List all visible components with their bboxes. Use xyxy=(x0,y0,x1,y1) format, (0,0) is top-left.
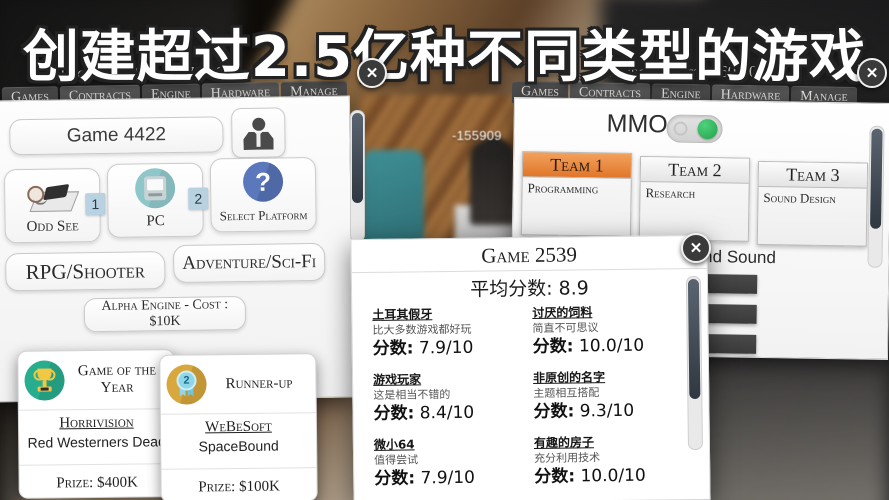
medal-icon: 2 xyxy=(166,364,207,405)
team-card-1[interactable]: Team 1 Programming xyxy=(520,151,633,237)
topic-button[interactable]: Adventure/Sci-Fi xyxy=(172,242,326,283)
background-sofa xyxy=(362,150,424,250)
average-score: 平均分数: 8.9 xyxy=(470,277,589,301)
platform-card-label: Select Platform xyxy=(219,207,308,224)
scrollbar-thumb[interactable] xyxy=(870,128,883,229)
award-card-runner-up[interactable]: 2 Runner-up WeBeSoft SpaceBound Prize: $… xyxy=(159,353,318,500)
toggle-off-knob xyxy=(673,121,688,136)
game-reviews-window: Game 2539 平均分数: 8.9 土耳其假牙 比大多数游戏都好玩 分数: … xyxy=(350,234,711,500)
review-item: 微小64 值得尝试 分数: 7.9/10 xyxy=(374,436,535,490)
award-body: Horrivision Red Westerners Dead xyxy=(18,409,175,466)
platform-card-label: PC xyxy=(146,213,165,230)
engine-label: Alpha Engine - Cost : $10K xyxy=(101,297,229,330)
team-role: Research xyxy=(645,185,696,201)
team-card-2[interactable]: Team 2 Research xyxy=(638,156,751,242)
platform-card-select[interactable]: ? Select Platform xyxy=(209,156,317,233)
team-name: Team 1 xyxy=(522,152,632,179)
console-icon xyxy=(21,179,80,214)
award-game: SpaceBound xyxy=(198,437,279,455)
avatar-button[interactable] xyxy=(231,107,286,159)
team-card-3[interactable]: Team 3 Sound Design xyxy=(756,160,869,247)
game-name-field[interactable]: Game 4422 xyxy=(9,116,224,156)
left-window-close-button[interactable] xyxy=(357,58,387,88)
mmo-label: MMO xyxy=(606,109,668,139)
award-title: Game of the Year xyxy=(77,362,157,396)
mmo-toggle[interactable] xyxy=(666,114,723,144)
award-body: WeBeSoft SpaceBound xyxy=(160,413,317,470)
scrollbar-thumb[interactable] xyxy=(687,278,701,400)
review-item: 游戏玩家 这是相当不错的 分数: 8.4/10 xyxy=(373,371,534,425)
topic-label: Adventure/Sci-Fi xyxy=(182,251,317,274)
medal-number: 2 xyxy=(176,370,197,391)
reviews-title: Game 2539 xyxy=(481,242,578,268)
floating-number: -155909 xyxy=(452,128,502,143)
team-role: Sound Design xyxy=(763,189,836,207)
computer-icon xyxy=(134,167,176,209)
reviewer-score: 分数: 10.0/10 xyxy=(534,465,646,487)
award-header: Game of the Year xyxy=(18,350,174,411)
screenshot-stage: -155909 Projects - Cost: $70.00K Games C… xyxy=(0,0,889,500)
review-item: 有趣的房子 充分利用技术 分数: 10.0/10 xyxy=(534,434,695,488)
scrollbar-thumb[interactable] xyxy=(352,113,363,203)
slot-number-1: 1 xyxy=(85,192,106,216)
promo-headline: 创建超过2.5亿种不同类型的游戏 xyxy=(22,25,867,90)
reviews-scrollbar[interactable] xyxy=(685,275,703,451)
right-window-close-button[interactable] xyxy=(857,58,887,88)
question-icon: ? xyxy=(242,161,284,203)
trophy-icon xyxy=(24,360,65,401)
platform-card-odd-see[interactable]: 1 Odd See xyxy=(3,168,106,244)
reviewer-score: 分数: 10.0/10 xyxy=(532,335,645,357)
person-icon xyxy=(241,116,275,150)
review-item: 土耳其假牙 比大多数游戏都好玩 分数: 7.9/10 xyxy=(372,306,533,360)
reviewer-score: 分数: 7.9/10 xyxy=(374,467,476,489)
toggle-on-knob xyxy=(697,118,718,140)
engine-button[interactable]: Alpha Engine - Cost : $10K xyxy=(83,295,247,333)
award-company: WeBeSoft xyxy=(205,418,272,436)
reviewer-score: 分数: 7.9/10 xyxy=(372,337,474,359)
team-role: Programming xyxy=(527,180,599,197)
award-company: Horrivision xyxy=(59,414,134,432)
genre-label: RPG/Shooter xyxy=(25,257,146,284)
award-prize: Prize: $100K xyxy=(198,478,280,495)
reviewer-score: 分数: 9.3/10 xyxy=(533,400,635,422)
award-header: 2 Runner-up xyxy=(160,354,316,415)
team-name: Team 3 xyxy=(758,161,868,189)
review-item: 讨厌的饲料 简直不可思议 分数: 10.0/10 xyxy=(532,304,693,358)
platform-card-pc[interactable]: 2 PC xyxy=(106,162,209,238)
review-item: 非原创的名字 主题相互搭配 分数: 9.3/10 xyxy=(533,369,694,423)
reviews-column-right: 讨厌的饲料 简直不可思议 分数: 10.0/10 非原创的名字 主题相互搭配 分… xyxy=(532,304,694,500)
award-prize: Prize: $400K xyxy=(56,474,138,491)
reviewer-score: 分数: 8.4/10 xyxy=(373,402,475,424)
genre-button[interactable]: RPG/Shooter xyxy=(5,251,166,292)
reviews-column-left: 土耳其假牙 比大多数游戏都好玩 分数: 7.9/10 游戏玩家 这是相当不错的 … xyxy=(372,306,534,500)
award-game: Red Westerners Dead xyxy=(27,433,166,451)
slot-number-2: 2 xyxy=(188,187,209,210)
right-window-scrollbar[interactable] xyxy=(867,125,885,268)
platform-card-label: Odd See xyxy=(26,218,79,236)
award-card-game-of-the-year[interactable]: Game of the Year Horrivision Red Western… xyxy=(17,349,176,499)
game-name-value: Game 4422 xyxy=(66,124,167,147)
reviews-close-button[interactable] xyxy=(681,233,711,263)
left-window-scrollbar[interactable] xyxy=(350,110,365,242)
team-name: Team 2 xyxy=(640,157,750,184)
award-title: Runner-up xyxy=(225,374,293,392)
